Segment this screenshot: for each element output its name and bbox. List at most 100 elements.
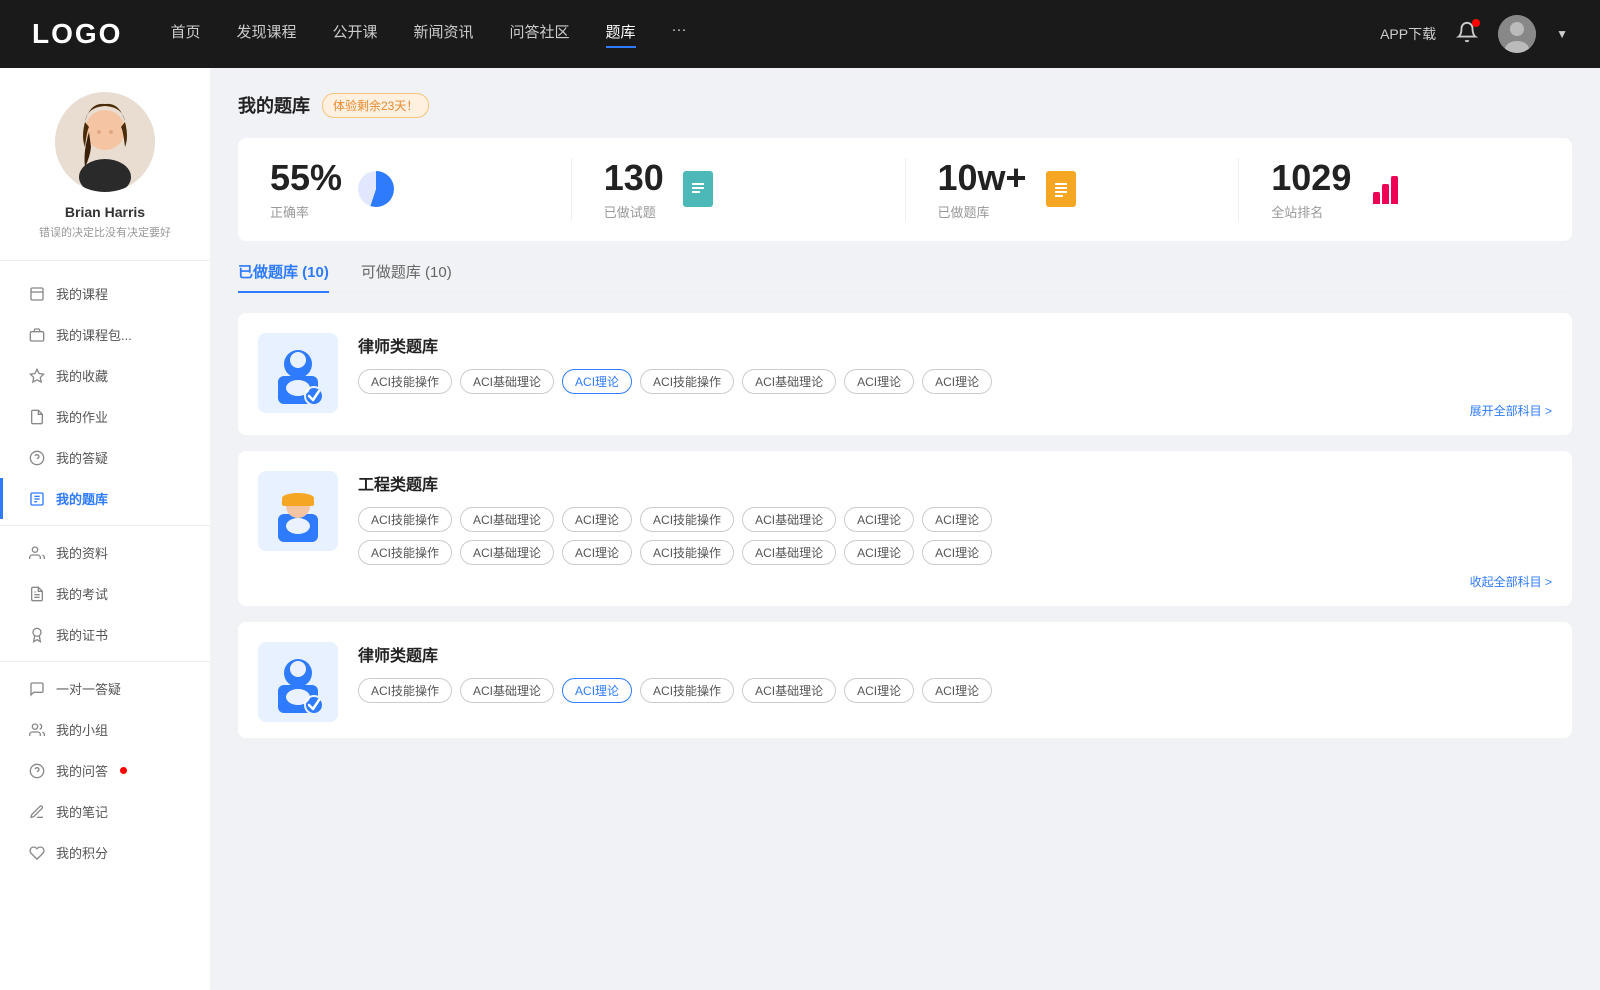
sidebar-item-group[interactable]: 我的小组	[0, 709, 210, 750]
tag[interactable]: ACI基础理论	[742, 540, 836, 565]
collapse-link-2[interactable]: 收起全部科目 >	[358, 573, 1552, 590]
nav-item-qa[interactable]: 问答社区	[510, 21, 570, 48]
stat-ranking-value: 1029	[1271, 158, 1351, 198]
tag[interactable]: ACI理论	[562, 540, 632, 565]
sidebar-profile: Brian Harris 错误的决定比没有决定要好	[0, 92, 210, 261]
sidebar-item-my-courses[interactable]: 我的课程	[0, 273, 210, 314]
tag[interactable]: ACI理论	[922, 540, 992, 565]
homework-icon	[28, 408, 46, 426]
tag[interactable]: ACI技能操作	[640, 678, 734, 703]
sidebar-item-homework[interactable]: 我的作业	[0, 396, 210, 437]
tag[interactable]: ACI理论	[844, 369, 914, 394]
tag[interactable]: ACI理论	[844, 507, 914, 532]
notes-icon	[28, 803, 46, 821]
tag[interactable]: ACI技能操作	[640, 369, 734, 394]
tag[interactable]: ACI基础理论	[460, 369, 554, 394]
tag[interactable]: ACI技能操作	[358, 540, 452, 565]
nav-item-opencourse[interactable]: 公开课	[332, 21, 377, 48]
expand-link-1[interactable]: 展开全部科目 >	[358, 402, 1552, 419]
sidebar-menu: 我的课程 我的课程包... 我的收藏 我的作业	[0, 273, 210, 873]
bar-chart-icon	[1373, 174, 1398, 204]
category-3-body: 律师类题库 ACI技能操作 ACI基础理论 ACI理论 ACI技能操作 ACI基…	[358, 642, 1552, 711]
lawyer2-icon-wrap	[258, 642, 338, 722]
tag-selected[interactable]: ACI理论	[562, 369, 632, 394]
sidebar-item-notes[interactable]: 我的笔记	[0, 791, 210, 832]
page-title: 我的题库	[238, 92, 310, 118]
tag-selected[interactable]: ACI理论	[562, 678, 632, 703]
lawyer-icon-wrap	[258, 333, 338, 413]
sidebar-item-materials[interactable]: 我的资料	[0, 532, 210, 573]
logo[interactable]: LOGO	[32, 18, 122, 50]
stat-questions-value: 130	[604, 158, 664, 198]
tag[interactable]: ACI基础理论	[742, 369, 836, 394]
certificate-icon	[28, 626, 46, 644]
tag[interactable]: ACI理论	[562, 507, 632, 532]
stat-questions-done: 130 已做试题	[572, 158, 906, 221]
sidebar-item-quiz-bank[interactable]: 我的题库	[0, 478, 210, 519]
stat-banks-done: 10w+ 已做题库	[906, 158, 1240, 221]
category-3-name: 律师类题库	[358, 642, 1552, 666]
sidebar-item-course-package[interactable]: 我的课程包...	[0, 314, 210, 355]
sidebar-item-label: 我的笔记	[56, 802, 108, 821]
user-avatar[interactable]	[1498, 15, 1536, 53]
tag[interactable]: ACI基础理论	[460, 507, 554, 532]
stat-accuracy-value: 55%	[270, 158, 342, 198]
tag[interactable]: ACI理论	[922, 678, 992, 703]
sidebar-item-qa-mine[interactable]: 我的答疑	[0, 437, 210, 478]
tag[interactable]: ACI技能操作	[358, 678, 452, 703]
user-dropdown-arrow[interactable]: ▼	[1556, 27, 1568, 41]
category-1-tags: ACI技能操作 ACI基础理论 ACI理论 ACI技能操作 ACI基础理论 AC…	[358, 369, 1552, 394]
sidebar-item-favorites[interactable]: 我的收藏	[0, 355, 210, 396]
tag[interactable]: ACI技能操作	[358, 369, 452, 394]
tab-available-banks[interactable]: 可做题库 (10)	[361, 261, 452, 292]
engineer-icon-wrap	[258, 471, 338, 551]
nav-menu: 首页 发现课程 公开课 新闻资讯 问答社区 题库 ···	[170, 21, 1380, 48]
sidebar-item-label: 我的答疑	[56, 448, 108, 467]
tag[interactable]: ACI技能操作	[640, 540, 734, 565]
app-download-link[interactable]: APP下载	[1380, 24, 1436, 44]
nav-item-quiz[interactable]: 题库	[606, 21, 636, 48]
trial-badge: 体验剩余23天！	[322, 93, 429, 118]
stat-ranking: 1029 全站排名	[1239, 158, 1572, 221]
sidebar-username: Brian Harris	[65, 204, 145, 220]
sidebar-item-tutoring[interactable]: 一对一答疑	[0, 668, 210, 709]
question-icon	[28, 449, 46, 467]
my-qa-icon	[28, 762, 46, 780]
top-nav: LOGO 首页 发现课程 公开课 新闻资讯 问答社区 题库 ··· APP下载 …	[0, 0, 1600, 68]
category-card-lawyer-2: 律师类题库 ACI技能操作 ACI基础理论 ACI理论 ACI技能操作 ACI基…	[238, 622, 1572, 738]
tag[interactable]: ACI基础理论	[460, 678, 554, 703]
sidebar-divider-2	[0, 661, 210, 662]
sidebar-item-points[interactable]: 我的积分	[0, 832, 210, 873]
category-3-tags: ACI技能操作 ACI基础理论 ACI理论 ACI技能操作 ACI基础理论 AC…	[358, 678, 1552, 703]
category-2-body: 工程类题库 ACI技能操作 ACI基础理论 ACI理论 ACI技能操作 ACI基…	[358, 471, 1552, 590]
tag[interactable]: ACI基础理论	[460, 540, 554, 565]
notification-bell[interactable]	[1456, 21, 1478, 48]
main-content: 我的题库 体验剩余23天！ 55% 正确率 130 已做试题	[210, 68, 1600, 990]
sidebar-item-label: 我的课程	[56, 284, 108, 303]
tag[interactable]: ACI理论	[922, 507, 992, 532]
sidebar-divider	[0, 525, 210, 526]
tag[interactable]: ACI理论	[922, 369, 992, 394]
nav-item-news[interactable]: 新闻资讯	[414, 21, 474, 48]
sidebar-item-my-qa[interactable]: 我的问答	[0, 750, 210, 791]
sidebar-item-label: 我的资料	[56, 543, 108, 562]
sidebar-item-exam[interactable]: 我的考试	[0, 573, 210, 614]
accuracy-icon	[356, 169, 396, 209]
tag[interactable]: ACI技能操作	[358, 507, 452, 532]
tag[interactable]: ACI基础理论	[742, 507, 836, 532]
stat-questions-label: 已做试题	[604, 202, 664, 221]
tag[interactable]: ACI理论	[844, 678, 914, 703]
tag[interactable]: ACI技能操作	[640, 507, 734, 532]
nav-item-home[interactable]: 首页	[170, 21, 200, 48]
package-icon	[28, 326, 46, 344]
banks-icon	[1041, 169, 1081, 209]
nav-item-more[interactable]: ···	[672, 21, 687, 48]
qa-notification-dot	[120, 767, 127, 774]
sidebar-item-label: 一对一答疑	[56, 679, 121, 698]
nav-item-discover[interactable]: 发现课程	[236, 21, 296, 48]
group-icon	[28, 721, 46, 739]
sidebar-item-certificate[interactable]: 我的证书	[0, 614, 210, 655]
tag[interactable]: ACI基础理论	[742, 678, 836, 703]
tab-done-banks[interactable]: 已做题库 (10)	[238, 261, 329, 292]
tag[interactable]: ACI理论	[844, 540, 914, 565]
